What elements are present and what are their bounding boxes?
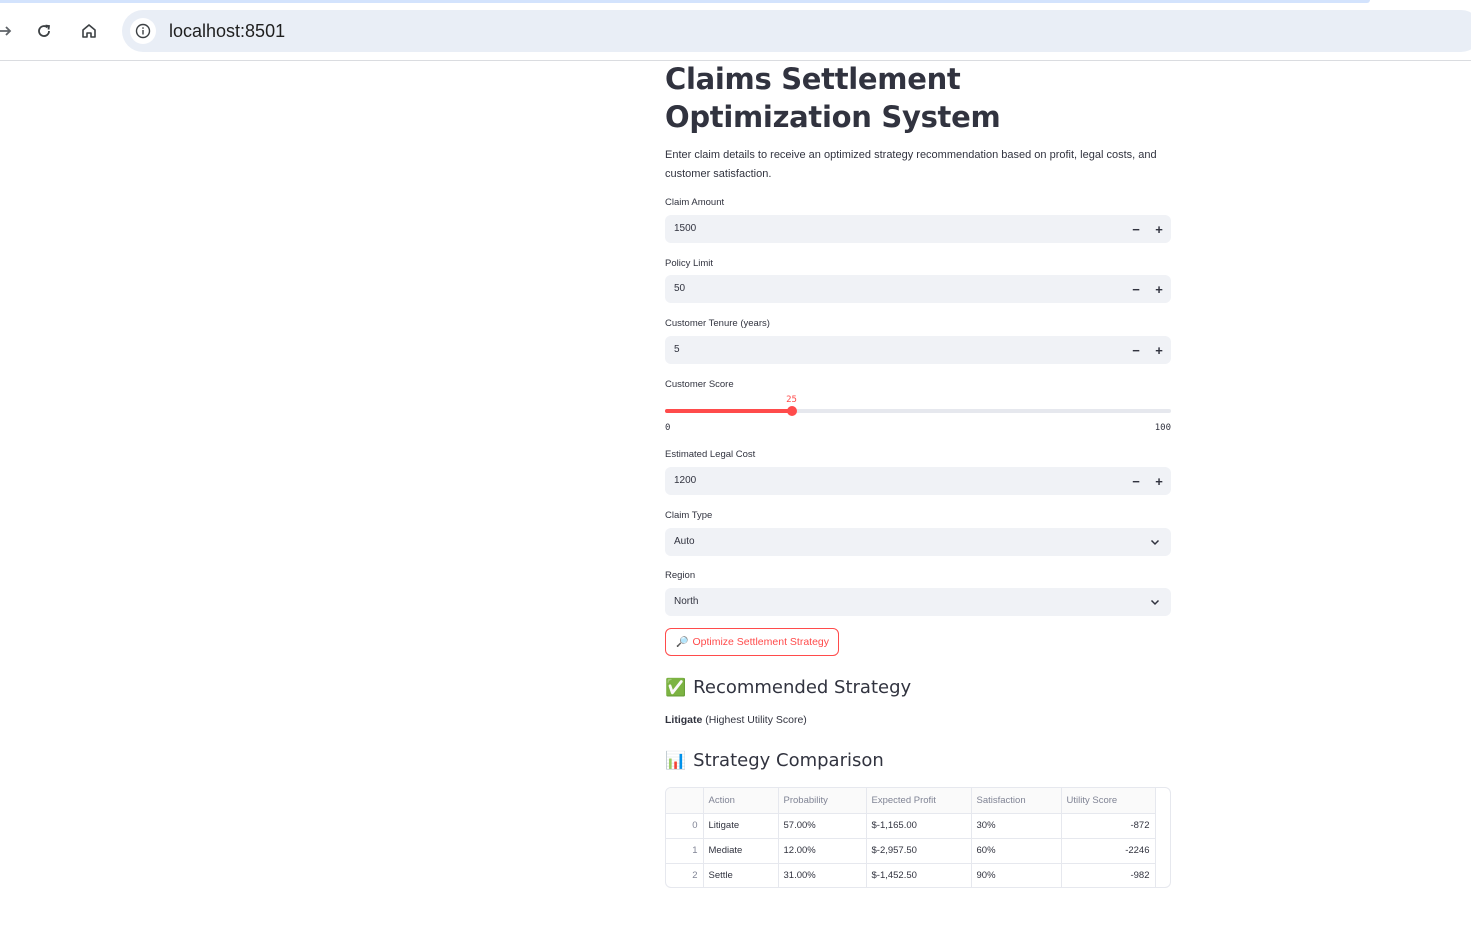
recommended-strategy-title: Recommended Strategy [693,677,912,698]
cell-expected-profit[interactable]: $-1,452.50 [866,863,972,887]
optimize-strategy-button[interactable]: 🔎 Optimize Settlement Strategy [665,628,840,656]
claim-amount-label: Claim Amount [665,197,725,208]
slider-min-label: 0 [665,423,671,433]
check-mark-icon: ✅ [665,677,687,698]
customer-score-label: Customer Score [665,379,734,390]
magnifier-icon: 🔎 [676,636,689,648]
site-info-icon[interactable] [130,18,156,44]
legal-cost-value[interactable]: 1200 [674,475,696,486]
claim-amount-value[interactable]: 1500 [674,223,696,234]
slider-thumb[interactable] [786,406,797,416]
cell-probability[interactable]: 57.00% [778,813,867,839]
cell-utility-score[interactable]: -982 [1061,863,1156,887]
claim-type-value[interactable]: Auto [674,536,695,547]
cell-utility-score[interactable]: -872 [1061,813,1156,839]
policy-limit-input[interactable]: 50 − + [665,275,1171,303]
column-header-expected-profit[interactable]: Expected Profit [866,788,972,814]
cell-satisfaction[interactable]: 60% [971,838,1062,864]
slider-current-value: 25 [786,395,797,405]
chevron-down-icon[interactable] [1149,536,1161,548]
cell-utility-score[interactable]: -2246 [1061,838,1156,864]
claim-amount-increment-button[interactable]: + [1148,219,1170,239]
policy-limit-decrement-button[interactable]: − [1125,279,1147,299]
url-text[interactable]: localhost:8501 [169,21,285,42]
table-row: 2 Settle 31.00% $-1,452.50 90% -982 [666,863,1156,887]
bar-chart-icon: 📊 [665,750,687,771]
customer-tenure-label: Customer Tenure (years) [665,318,770,329]
table-row: 1 Mediate 12.00% $-2,957.50 60% -2246 [666,838,1156,864]
reload-icon[interactable] [31,18,57,44]
claim-type-select[interactable]: Auto [665,528,1171,556]
row-index: 0 [666,813,704,839]
row-index: 1 [666,838,704,864]
recommended-strategy-result: Litigate (Highest Utility Score) [665,714,807,726]
region-value[interactable]: North [674,596,698,607]
cell-expected-profit[interactable]: $-1,165.00 [866,813,972,839]
cell-probability[interactable]: 31.00% [778,863,867,887]
strategy-comparison-table[interactable]: Action Probability Expected Profit Satis… [665,787,1171,888]
chevron-down-icon[interactable] [1149,596,1161,608]
column-header-probability[interactable]: Probability [778,788,867,814]
column-header-action[interactable]: Action [703,788,779,814]
legal-cost-input[interactable]: 1200 − + [665,467,1171,495]
recommended-strategy-heading: ✅ Recommended Strategy [665,677,911,698]
page-description: Enter claim details to receive an optimi… [665,149,1157,180]
active-tab-indicator [0,0,1370,3]
legal-cost-label: Estimated Legal Cost [665,449,756,460]
browser-toolbar: localhost:8501 [0,0,1471,61]
claim-type-label: Claim Type [665,510,713,521]
policy-limit-value[interactable]: 50 [674,283,685,294]
cell-probability[interactable]: 12.00% [778,838,867,864]
strategy-comparison-title: Strategy Comparison [693,750,884,771]
cell-expected-profit[interactable]: $-2,957.50 [866,838,972,864]
customer-tenure-input[interactable]: 5 − + [665,336,1171,364]
forward-icon[interactable] [0,18,18,44]
claim-amount-decrement-button[interactable]: − [1125,219,1147,239]
cell-satisfaction[interactable]: 90% [971,863,1062,887]
region-select[interactable]: North [665,588,1171,616]
legal-cost-decrement-button[interactable]: − [1125,471,1147,491]
column-header-utility-score[interactable]: Utility Score [1061,788,1156,814]
recommended-action: Litigate [665,714,703,726]
cell-action[interactable]: Litigate [703,813,779,839]
cell-action[interactable]: Mediate [703,838,779,864]
slider-fill [665,409,792,413]
row-index: 2 [666,863,704,887]
customer-tenure-increment-button[interactable]: + [1148,340,1170,360]
address-bar[interactable]: localhost:8501 [122,10,1471,52]
home-icon[interactable] [76,18,102,44]
customer-tenure-decrement-button[interactable]: − [1125,340,1147,360]
claim-amount-input[interactable]: 1500 − + [665,215,1171,243]
policy-limit-increment-button[interactable]: + [1148,279,1170,299]
strategy-comparison-heading: 📊 Strategy Comparison [665,750,884,771]
column-header-satisfaction[interactable]: Satisfaction [971,788,1062,814]
slider-max-label: 100 [1154,423,1171,433]
page-title: Claims Settlement Optimization System [665,62,1001,134]
recommended-note: (Highest Utility Score) [705,714,807,726]
optimize-button-label: Optimize Settlement Strategy [692,636,830,648]
policy-limit-label: Policy Limit [665,258,714,269]
column-header-index[interactable] [666,788,704,814]
cell-action[interactable]: Settle [703,863,779,887]
customer-tenure-value[interactable]: 5 [674,344,680,355]
region-label: Region [665,570,696,581]
table-row: 0 Litigate 57.00% $-1,165.00 30% -872 [666,813,1156,839]
customer-score-slider[interactable]: 25 0 100 [665,395,1171,436]
table-header-row: Action Probability Expected Profit Satis… [666,788,1156,814]
cell-satisfaction[interactable]: 30% [971,813,1062,839]
legal-cost-increment-button[interactable]: + [1148,471,1170,491]
